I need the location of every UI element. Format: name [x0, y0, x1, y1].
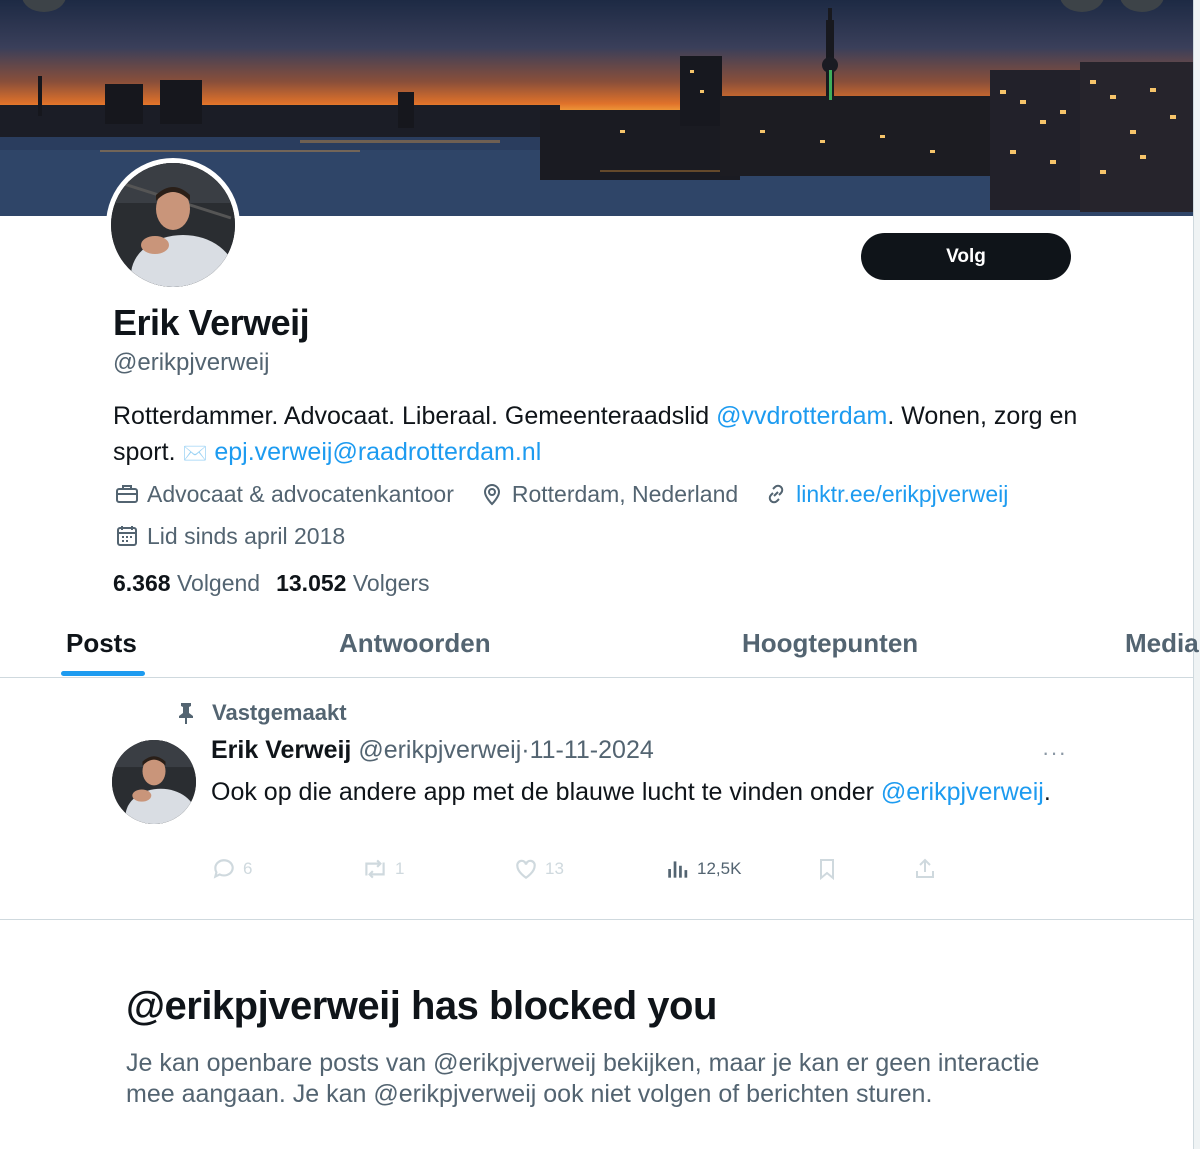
post-mention-link[interactable]: @erikpjverweij [881, 778, 1044, 806]
reply-icon [213, 859, 234, 879]
profile-category: Advocaat & advocatenkantoor [113, 480, 454, 508]
tab-highlights[interactable]: Hoogtepunten [742, 628, 918, 659]
post-separator: · [521, 736, 530, 764]
bio-text: Rotterdammer. Advocaat. Liberaal. Gemeen… [113, 402, 717, 430]
location-text: Rotterdam, Nederland [511, 480, 739, 507]
scrollbar[interactable] [1193, 0, 1200, 1149]
profile-joined-row: Lid sinds april 2018 [113, 522, 369, 550]
post-text: Ook op die andere app met de blauwe luch… [211, 774, 1111, 811]
active-tab-indicator [61, 671, 145, 676]
post-header: Erik Verweij @erikpjverweij·11-11-2024 [211, 736, 654, 765]
follow-button[interactable]: Volg [861, 233, 1071, 280]
profile-handle: @erikpjverweij [113, 349, 270, 376]
post-author-avatar[interactable] [112, 740, 196, 824]
briefcase-icon [113, 480, 141, 508]
share-icon [916, 858, 934, 878]
profile-avatar[interactable] [106, 158, 240, 292]
tab-posts[interactable]: Posts [66, 628, 137, 659]
pinned-label: Vastgemaakt [172, 700, 347, 726]
like-button[interactable]: 13 [513, 856, 564, 882]
link-icon [762, 480, 790, 508]
bookmark-icon [820, 859, 834, 881]
post-author-handle[interactable]: @erikpjverweij [358, 736, 521, 764]
bio-email-link[interactable]: epj.verweij@raadrotterdam.nl [214, 438, 541, 466]
section-divider [0, 919, 1193, 920]
repost-button[interactable]: 1 [361, 856, 404, 882]
post-body: Ook op die andere app met de blauwe luch… [211, 778, 881, 806]
following-label: Volgend [176, 570, 261, 596]
profile-bio: Rotterdammer. Advocaat. Liberaal. Gemeen… [113, 398, 1093, 472]
location-pin-icon [478, 480, 506, 508]
profile-name: Erik Verweij [113, 302, 310, 343]
profile-meta-row: Advocaat & advocatenkantoor Rotterdam, N… [113, 480, 1032, 508]
reply-button[interactable]: 6 [211, 856, 252, 882]
following-stat[interactable]: 6.368 Volgend [113, 570, 260, 597]
repost-count: 1 [395, 859, 405, 878]
share-button[interactable] [913, 856, 943, 882]
post-author-name[interactable]: Erik Verweij [211, 736, 351, 764]
like-count: 13 [545, 859, 564, 878]
bookmark-button[interactable] [815, 856, 845, 882]
profile-website[interactable]: linktr.ee/erikpjverweij [762, 480, 1008, 508]
views-button[interactable]: 12,5K [665, 856, 741, 882]
post-body-end: . [1043, 778, 1051, 806]
pinned-text: Vastgemaakt [212, 700, 347, 725]
post-date[interactable]: 11-11-2024 [530, 736, 654, 764]
avatar-photo [112, 740, 196, 824]
calendar-icon [113, 522, 141, 550]
followers-stat[interactable]: 13.052 Volgers [276, 570, 429, 597]
views-count: 12,5K [697, 859, 742, 878]
views-icon [668, 861, 688, 878]
more-icon[interactable]: ··· [1042, 740, 1067, 766]
repost-icon [365, 859, 385, 879]
avatar-photo [111, 163, 235, 287]
profile-joined: Lid sinds april 2018 [113, 522, 345, 550]
tab-media[interactable]: Media [1125, 628, 1199, 659]
like-icon [516, 859, 536, 879]
profile-location: Rotterdam, Nederland [478, 480, 738, 508]
reply-count: 6 [243, 859, 253, 878]
tab-replies[interactable]: Antwoorden [339, 628, 491, 659]
following-count: 6.368 [113, 570, 171, 596]
post-actions: 6 1 13 12,5K [211, 856, 951, 888]
envelope-icon: ✉️ [182, 443, 208, 465]
profile-stats: 6.368 Volgend 13.052 Volgers [113, 570, 430, 597]
profile-tabs: Posts Antwoorden Hoogtepunten Media [0, 618, 1199, 678]
pin-icon [172, 701, 200, 725]
followers-count: 13.052 [276, 570, 347, 596]
followers-label: Volgers [352, 570, 430, 596]
category-text: Advocaat & advocatenkantoor [147, 480, 454, 507]
joined-text: Lid sinds april 2018 [147, 522, 346, 549]
bio-mention-link[interactable]: @vvdrotterdam [716, 402, 887, 430]
website-link[interactable]: linktr.ee/erikpjverweij [796, 481, 1008, 508]
blocked-title: @erikpjverweij has blocked you [126, 984, 717, 1028]
blocked-description: Je kan openbare posts van @erikpjverweij… [126, 1049, 1040, 1108]
